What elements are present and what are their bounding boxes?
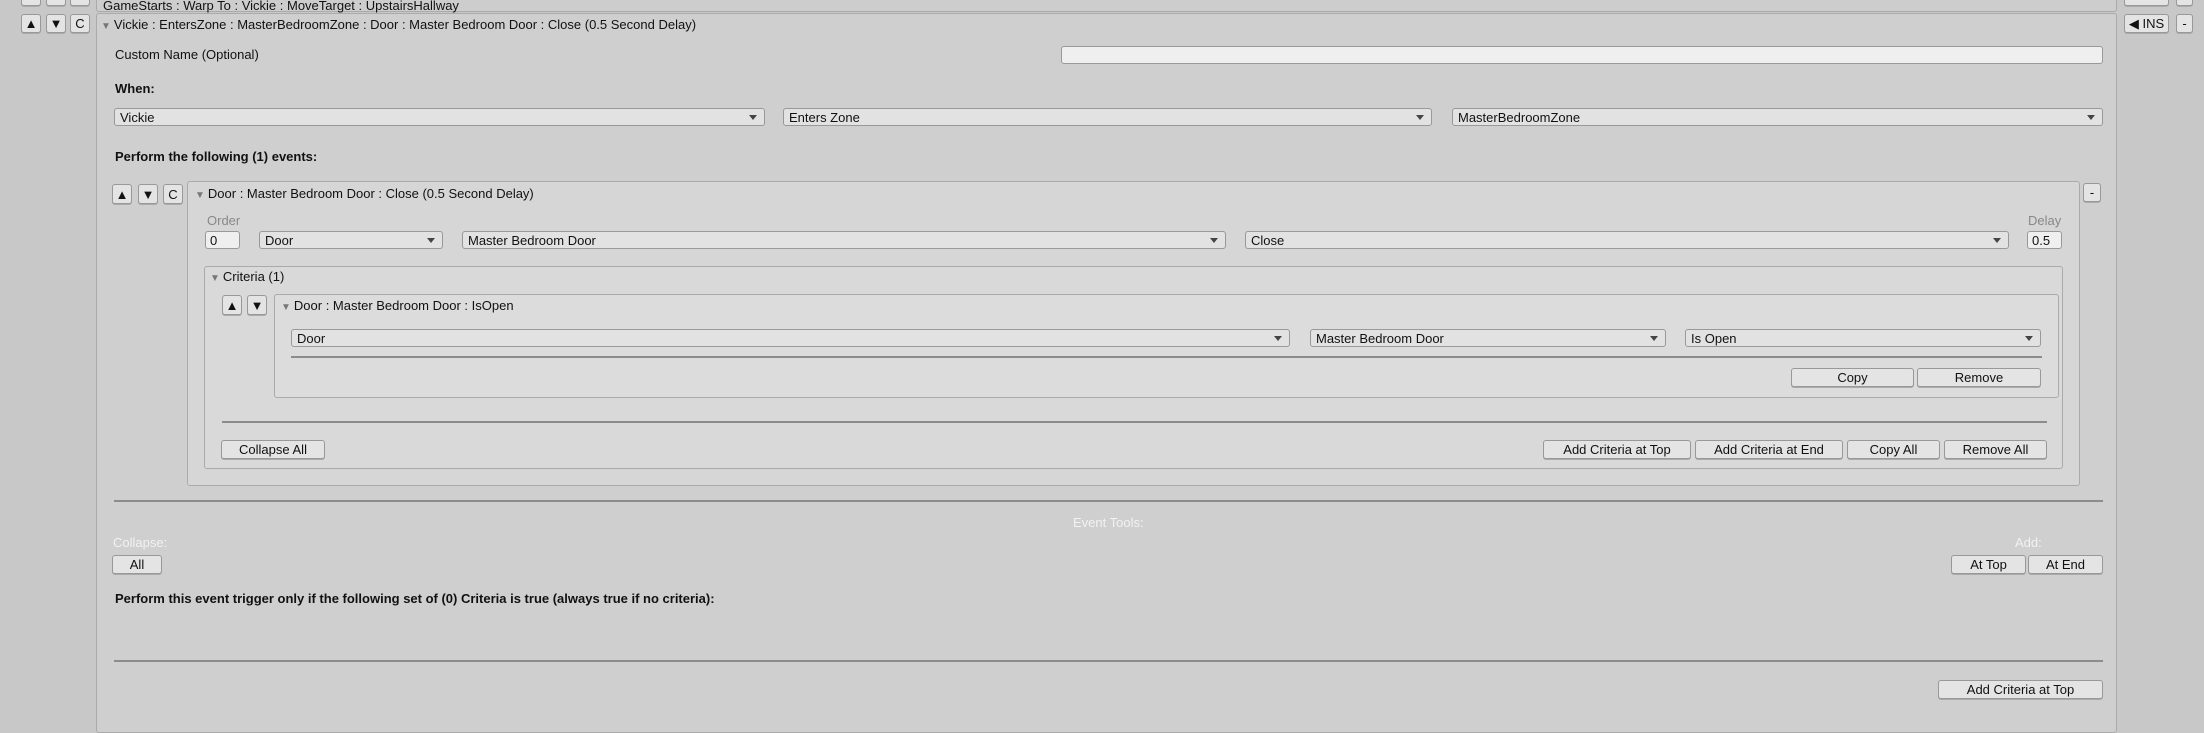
event-target-dropdown[interactable]: Master Bedroom Door xyxy=(462,231,1226,249)
divider xyxy=(291,356,2042,358)
criterion-target-dropdown[interactable]: Master Bedroom Door xyxy=(1310,329,1666,347)
event-title: Door : Master Bedroom Door : Close (0.5 … xyxy=(207,186,534,201)
move-down-button[interactable] xyxy=(46,0,66,6)
event-move-down-button[interactable]: ▼ xyxy=(138,184,158,204)
event-header[interactable]: ▼ Door : Master Bedroom Door : Close (0.5… xyxy=(195,186,534,204)
divider xyxy=(114,660,2103,662)
remove-button[interactable] xyxy=(2176,0,2193,6)
add-event-end-button[interactable]: At End xyxy=(2028,555,2103,574)
criterion-copy-button[interactable]: Copy xyxy=(1791,368,1914,387)
criteria-header[interactable]: ▼ Criteria (1) xyxy=(210,269,284,287)
divider xyxy=(114,500,2103,502)
remove-trigger-button[interactable]: - xyxy=(2176,14,2193,33)
event-move-up-button[interactable]: ▲ xyxy=(112,184,132,204)
criterion-type-dropdown[interactable]: Door xyxy=(291,329,1290,347)
insert-button[interactable]: ◀ INS xyxy=(2124,14,2169,33)
custom-name-input[interactable] xyxy=(1061,46,2103,64)
criteria-title: Criteria (1) xyxy=(222,269,285,284)
insert-button[interactable] xyxy=(2124,0,2169,6)
copy-all-criteria-button[interactable]: Copy All xyxy=(1847,440,1940,459)
remove-all-criteria-button[interactable]: Remove All xyxy=(1944,440,2047,459)
collapse-all-criteria-button[interactable]: Collapse All xyxy=(221,440,325,459)
event-type-dropdown[interactable]: Door xyxy=(259,231,443,249)
add-label: Add: xyxy=(2015,535,2042,550)
when-label: When: xyxy=(115,81,155,96)
expand-triangle-icon: ▼ xyxy=(195,190,205,201)
custom-name-label: Custom Name (Optional) xyxy=(115,47,259,62)
collapse-all-events-button[interactable]: All xyxy=(112,555,162,574)
delay-label: Delay xyxy=(2028,213,2062,228)
trigger-header[interactable]: ▼ Vickie : EntersZone : MasterBedroomZone… xyxy=(101,17,696,35)
trigger-title: Vickie : EntersZone : MasterBedroomZone … xyxy=(113,17,697,32)
delay-input[interactable]: 0.5 xyxy=(2027,231,2062,249)
event-remove-button[interactable]: - xyxy=(2083,183,2101,202)
expand-triangle-icon: ▼ xyxy=(281,302,291,313)
divider xyxy=(222,421,2047,423)
criterion-condition-dropdown[interactable]: Is Open xyxy=(1685,329,2041,347)
expand-triangle-icon: ▼ xyxy=(210,273,220,284)
trigger-criteria-heading: Perform this event trigger only if the f… xyxy=(115,591,715,606)
event-copy-button[interactable]: C xyxy=(163,184,183,204)
copy-button[interactable] xyxy=(70,0,90,6)
move-up-button[interactable]: ▲ xyxy=(21,14,41,33)
move-down-button[interactable]: ▼ xyxy=(46,14,66,33)
criterion-move-up-button[interactable]: ▲ xyxy=(222,295,242,315)
criterion-move-down-button[interactable]: ▼ xyxy=(247,295,267,315)
criterion-header[interactable]: ▼ Door : Master Bedroom Door : IsOpen xyxy=(281,298,514,316)
copy-button[interactable]: C xyxy=(70,14,90,33)
add-criteria-top-button[interactable]: Add Criteria at Top xyxy=(1543,440,1691,459)
add-event-top-button[interactable]: At Top xyxy=(1951,555,2026,574)
event-action-dropdown[interactable]: Close xyxy=(1245,231,2009,249)
condition-dropdown[interactable]: Enters Zone xyxy=(783,108,1432,126)
criterion-remove-button[interactable]: Remove xyxy=(1917,368,2041,387)
order-input[interactable]: 0 xyxy=(205,231,240,249)
event-tools-label: Event Tools: xyxy=(1073,515,1144,530)
order-label: Order xyxy=(207,213,241,228)
previous-trigger-title[interactable]: GameStarts : Warp To : Vickie : MoveTarg… xyxy=(103,0,459,12)
actor-dropdown[interactable]: Vickie xyxy=(114,108,765,126)
add-criteria-end-button[interactable]: Add Criteria at End xyxy=(1695,440,1843,459)
events-heading: Perform the following (1) events: xyxy=(115,149,318,164)
move-up-button[interactable] xyxy=(21,0,41,6)
expand-triangle-icon: ▼ xyxy=(101,21,111,32)
collapse-label: Collapse: xyxy=(113,535,168,550)
zone-dropdown[interactable]: MasterBedroomZone xyxy=(1452,108,2103,126)
add-trigger-criteria-top-button[interactable]: Add Criteria at Top xyxy=(1938,680,2103,699)
criterion-title: Door : Master Bedroom Door : IsOpen xyxy=(293,298,514,313)
